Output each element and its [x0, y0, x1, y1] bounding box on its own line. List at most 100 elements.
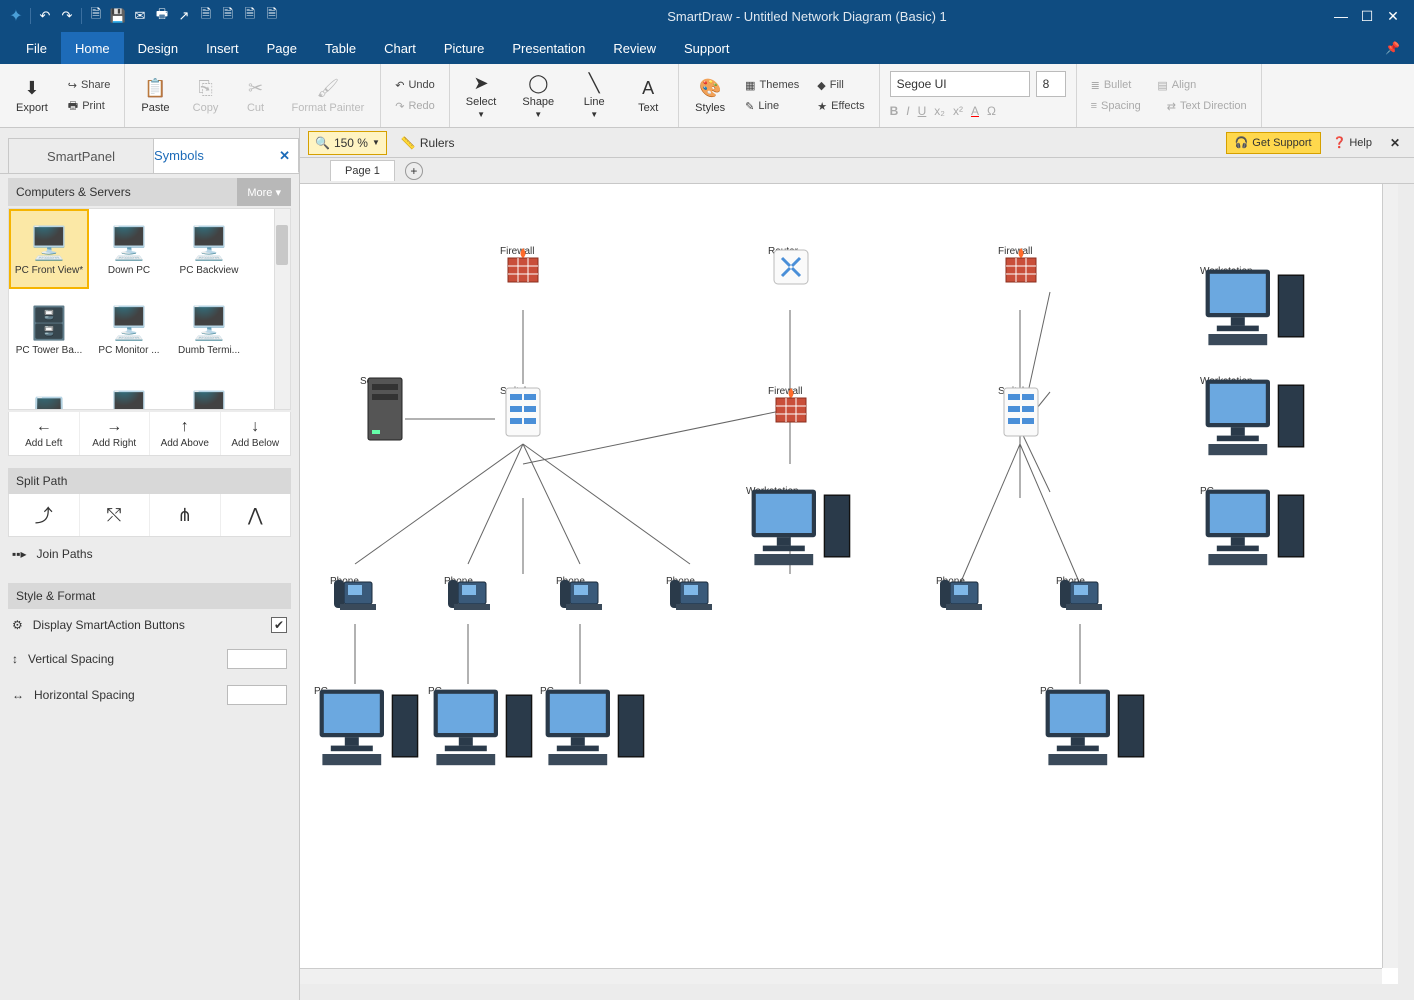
node-pc1[interactable]: PC	[314, 684, 328, 697]
canvas-hscroll[interactable]	[300, 968, 1382, 984]
redo-button[interactable]: ↷ Redo	[391, 96, 439, 116]
display-smartaction-checkbox[interactable]: ✔	[271, 617, 287, 633]
undo-button[interactable]: ↶ Undo	[391, 75, 439, 95]
line-button[interactable]: ╲Line▼	[574, 70, 614, 121]
export-button[interactable]: ⬇Export	[10, 76, 54, 116]
tab-symbols[interactable]: Symbols✕	[154, 138, 299, 173]
add-left-button[interactable]: ←Add Left	[9, 412, 80, 455]
doc-icon[interactable]: 🗎	[218, 6, 238, 26]
split-2-button[interactable]: ⤲	[80, 494, 151, 536]
menu-chart[interactable]: Chart	[370, 32, 430, 64]
symbol-8[interactable]: 🖥️	[89, 369, 169, 410]
tab-smartpanel[interactable]: SmartPanel	[8, 138, 154, 173]
page-1-tab[interactable]: Page 1	[330, 160, 395, 181]
menu-design[interactable]: Design	[124, 32, 192, 64]
node-router[interactable]: Router	[768, 244, 798, 257]
node-ph5[interactable]: Phone	[936, 574, 965, 587]
symbol-pc-front[interactable]: 🖥️PC Front View*	[9, 209, 89, 289]
styles-button[interactable]: 🎨Styles	[689, 76, 731, 116]
add-below-button[interactable]: ↓Add Below	[221, 412, 291, 455]
undo-icon[interactable]: ↶	[35, 6, 55, 26]
node-pc2[interactable]: PC	[428, 684, 442, 697]
help-button[interactable]: ❓Help	[1329, 136, 1376, 149]
pdf-icon[interactable]: 🗎	[196, 6, 216, 26]
horizontal-spacing-input[interactable]	[227, 685, 287, 705]
node-ph1[interactable]: Phone	[330, 574, 359, 587]
menu-home[interactable]: Home	[61, 32, 124, 64]
select-button[interactable]: ➤Select▼	[460, 70, 503, 121]
node-sw2[interactable]: Switch	[998, 384, 1027, 397]
pin-ribbon-icon[interactable]: 📌	[1371, 41, 1414, 55]
doc3-icon[interactable]: 🗎	[262, 6, 282, 26]
node-fw2[interactable]: Firewall	[998, 244, 1032, 257]
menu-support[interactable]: Support	[670, 32, 744, 64]
cut-button[interactable]: ✂Cut	[236, 76, 276, 116]
maximize-icon[interactable]: ☐	[1358, 7, 1376, 25]
bold-button[interactable]: B	[890, 104, 899, 118]
doc2-icon[interactable]: 🗎	[240, 6, 260, 26]
symbols-scrollbar[interactable]	[274, 209, 290, 409]
text-direction-button[interactable]: ⇄ Text Direction	[1163, 96, 1251, 116]
node-ws1[interactable]: Workstation	[746, 484, 799, 497]
mail-icon[interactable]: ✉	[130, 6, 150, 26]
join-paths-button[interactable]: ▪▪▸Join Paths	[8, 543, 291, 565]
add-page-button[interactable]: +	[405, 162, 423, 180]
rulers-button[interactable]: 📏Rulers	[395, 134, 461, 152]
node-ph3[interactable]: Phone	[556, 574, 585, 587]
node-sw1[interactable]: Switch	[500, 384, 529, 397]
split-1-button[interactable]: ⤴	[9, 494, 80, 536]
format-painter-button[interactable]: 🖌Format Painter	[286, 76, 371, 116]
canvas-vscroll[interactable]	[1382, 184, 1398, 968]
subscript-button[interactable]: x₂	[934, 104, 945, 118]
symbol-pc-monitor[interactable]: 🖥️PC Monitor ...	[89, 289, 169, 369]
symbol-9[interactable]: 🖥️	[169, 369, 249, 410]
share-button[interactable]: ↪ Share	[64, 75, 115, 95]
node-pc4[interactable]: PC	[1040, 684, 1054, 697]
font-size-input[interactable]: 8	[1036, 71, 1066, 97]
text-button[interactable]: AText	[628, 76, 668, 116]
underline-button[interactable]: U	[918, 104, 927, 118]
font-color-button[interactable]: A	[971, 104, 979, 118]
menu-presentation[interactable]: Presentation	[498, 32, 599, 64]
symbol-7[interactable]: 💻	[9, 369, 89, 410]
close-symbols-icon[interactable]: ✕	[271, 148, 298, 164]
italic-button[interactable]: I	[906, 104, 909, 118]
node-pc3[interactable]: PC	[540, 684, 554, 697]
menu-picture[interactable]: Picture	[430, 32, 498, 64]
split-4-button[interactable]: ⋀	[221, 494, 291, 536]
redo-icon[interactable]: ↷	[57, 6, 77, 26]
node-server[interactable]: Server	[360, 374, 389, 387]
get-support-button[interactable]: 🎧Get Support	[1226, 132, 1321, 154]
line-style-button[interactable]: ✎ Line	[741, 96, 803, 116]
node-fw1[interactable]: Firewall	[500, 244, 534, 257]
minimize-icon[interactable]: —	[1332, 7, 1350, 25]
zoom-control[interactable]: 🔍150 %▼	[308, 131, 387, 155]
add-right-button[interactable]: →Add Right	[80, 412, 151, 455]
save-icon[interactable]: 💾	[108, 6, 128, 26]
themes-button[interactable]: ▦ Themes	[741, 75, 803, 95]
diagram-canvas[interactable]: Firewall Router Firewall Server Switch Firewa…	[300, 184, 1398, 984]
close-icon[interactable]: ✕	[1384, 7, 1402, 25]
export-icon[interactable]: ↗	[174, 6, 194, 26]
symbol-pc-backview[interactable]: 🖥️PC Backview	[169, 209, 249, 289]
print-icon[interactable]: 🖶	[152, 6, 172, 26]
node-ph4[interactable]: Phone	[666, 574, 695, 587]
symbol-dumb-terminal[interactable]: 🖥️Dumb Termi...	[169, 289, 249, 369]
menu-page[interactable]: Page	[253, 32, 311, 64]
bullet-button[interactable]: ≣ Bullet	[1087, 75, 1136, 95]
spacing-button[interactable]: ≡ Spacing	[1087, 96, 1145, 116]
omega-button[interactable]: Ω	[987, 104, 996, 118]
menu-insert[interactable]: Insert	[192, 32, 253, 64]
menu-review[interactable]: Review	[599, 32, 670, 64]
menu-file[interactable]: File	[12, 32, 61, 64]
copy-button[interactable]: ⎘Copy	[186, 76, 226, 116]
add-above-button[interactable]: ↑Add Above	[150, 412, 221, 455]
node-ws_r1[interactable]: Workstation	[1200, 264, 1253, 277]
node-fw3[interactable]: Firewall	[768, 384, 802, 397]
symbol-pc-tower[interactable]: 🗄️PC Tower Ba...	[9, 289, 89, 369]
more-symbols-button[interactable]: More ▾	[237, 178, 291, 206]
node-ph6[interactable]: Phone	[1056, 574, 1085, 587]
print-button[interactable]: 🖶 Print	[64, 96, 115, 116]
menu-table[interactable]: Table	[311, 32, 370, 64]
font-name-input[interactable]: Segoe UI	[890, 71, 1030, 97]
